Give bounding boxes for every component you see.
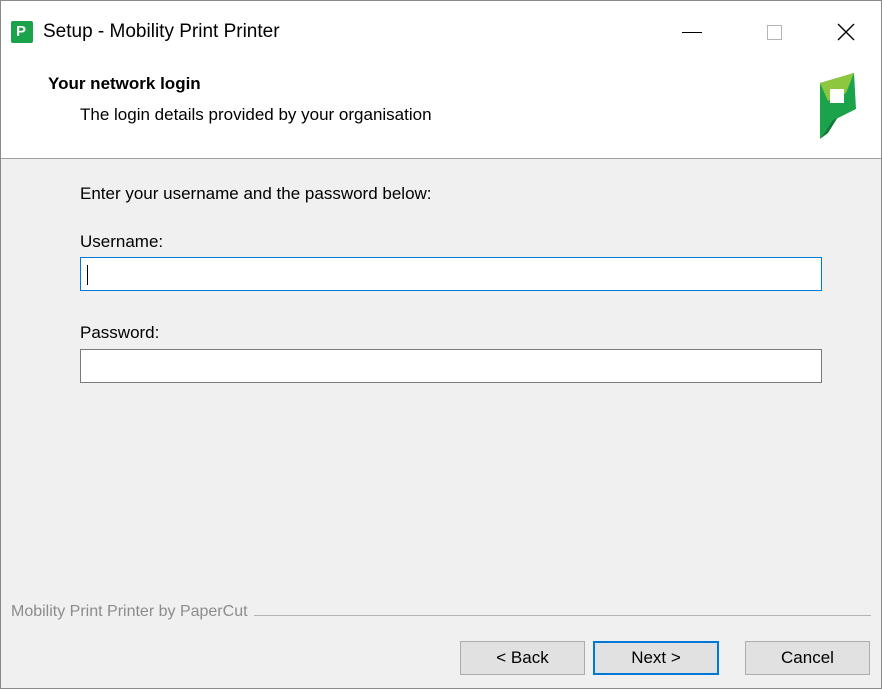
setup-window: P Setup - Mobility Print Printer Your ne… xyxy=(0,0,882,689)
wizard-header: Your network login The login details pro… xyxy=(1,63,881,159)
next-button[interactable]: Next > xyxy=(593,641,719,675)
back-button[interactable]: < Back xyxy=(460,641,585,675)
maximize-button[interactable] xyxy=(739,1,809,63)
maximize-icon xyxy=(766,24,782,40)
password-label: Password: xyxy=(80,323,160,342)
close-icon xyxy=(837,23,855,41)
password-input[interactable] xyxy=(80,349,822,383)
title-bar[interactable]: P Setup - Mobility Print Printer xyxy=(1,1,881,63)
cancel-button[interactable]: Cancel xyxy=(745,641,870,675)
branding-text: Mobility Print Printer by PaperCut xyxy=(11,603,254,621)
papercut-p-icon: P xyxy=(11,21,33,43)
minimize-icon xyxy=(682,31,702,33)
close-button[interactable] xyxy=(811,1,881,63)
papercut-logo xyxy=(820,73,856,139)
page-subtitle: The login details provided by your organ… xyxy=(80,105,432,124)
username-label: Username: xyxy=(80,232,164,251)
text-caret xyxy=(87,265,88,285)
username-input[interactable] xyxy=(80,257,822,291)
page-title: Your network login xyxy=(48,74,201,93)
window-title: Setup - Mobility Print Printer xyxy=(43,21,280,42)
minimize-button[interactable] xyxy=(657,1,727,63)
instruction-text: Enter your username and the password bel… xyxy=(80,184,432,203)
